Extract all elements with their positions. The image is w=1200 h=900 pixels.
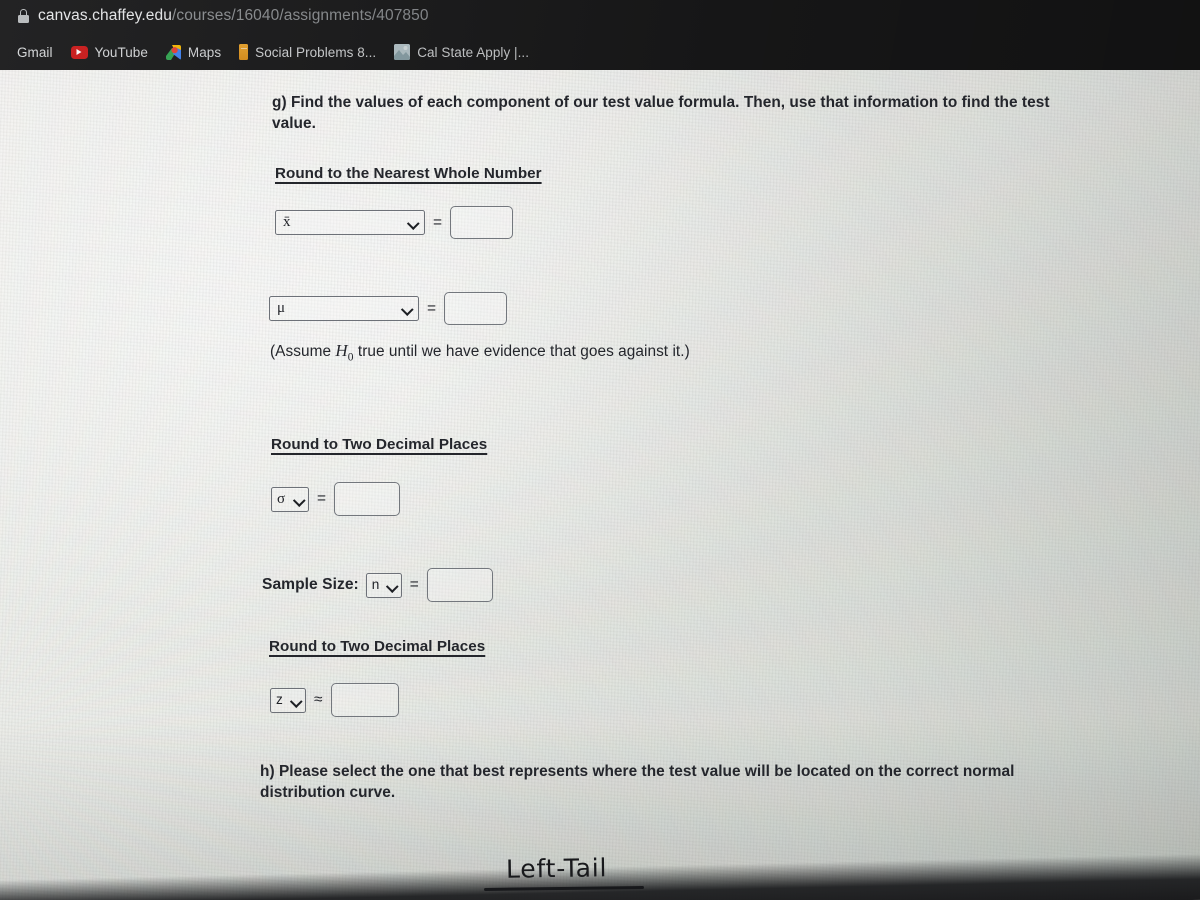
bookmark-label: YouTube [94,44,148,60]
row-x-bar: x̄ = [275,206,514,239]
h-letter: H [335,341,348,360]
bookmarks-bar: Gmail YouTube Maps Social Problems 8... … [8,40,538,64]
select-mu[interactable]: μ [269,296,419,321]
google-maps-icon [165,44,181,60]
url-text: canvas.chaffey.edu/courses/16040/assignm… [38,7,429,25]
assume-h0-note: (Assume H0 true until we have evidence t… [270,341,690,363]
input-mu[interactable] [444,292,508,325]
question-g-text: g) Find the values of each component of … [272,94,1050,133]
chevron-down-icon [402,303,413,314]
chevron-down-icon [294,494,305,505]
assignment-content: g) Find the values of each component of … [0,70,1200,900]
question-h-text: h) Please select the one that best repre… [260,763,1015,802]
input-z[interactable] [330,683,399,717]
select-z[interactable]: z [270,687,306,713]
sample-size-label: Sample Size: [262,576,359,593]
youtube-icon [70,45,88,59]
bookmark-label: Social Problems 8... [255,44,377,60]
select-sigma-value: σ [277,490,286,507]
bookmark-gmail[interactable]: Gmail [8,43,62,62]
equals-sign: = [409,576,419,594]
bookmark-label: Cal State Apply |... [417,44,530,60]
equals-sign: = [317,490,327,508]
chevron-down-icon [291,695,302,706]
select-sample-size-value: n [371,577,380,593]
select-x-bar[interactable]: x̄ [275,210,425,235]
chevron-down-icon [408,217,419,228]
assume-suffix: true until we have evidence that goes ag… [353,343,690,360]
heading-round-whole-number: Round to the Nearest Whole Number [275,165,542,182]
browser-chrome: canvas.chaffey.edu/courses/16040/assignm… [0,0,1200,70]
row-sample-size: Sample Size: n = [262,568,493,602]
bookmark-youtube[interactable]: YouTube [62,43,157,62]
row-z: z ≈ [270,683,399,717]
url-path: /courses/16040/assignments/407850 [171,7,429,24]
bookmark-social-problems[interactable]: Social Problems 8... [230,42,385,62]
assume-prefix: (Assume [270,343,336,360]
bookmark-label: Maps [187,44,222,60]
row-sigma: σ = [271,482,401,516]
equals-sign: = [427,299,437,317]
canvas-assignment-page: g) Find the values of each component of … [0,70,1200,900]
url-host: canvas.chaffey.edu [38,7,172,24]
h-null-symbol: H0 [335,341,353,363]
handwritten-answer: Left-Tail [505,853,608,884]
book-icon [239,44,249,60]
input-sigma[interactable] [334,482,401,516]
bookmark-label: Gmail [17,44,53,60]
select-z-value: z [276,692,283,708]
select-sigma[interactable]: σ [271,486,309,512]
select-sample-size[interactable]: n [365,572,402,598]
bookmark-maps[interactable]: Maps [157,43,230,62]
bookmark-cal-state-apply[interactable]: Cal State Apply |... [385,42,538,62]
select-mu-value: μ [277,300,286,316]
handwritten-answer-underline [483,886,645,891]
photographed-screen: canvas.chaffey.edu/courses/16040/assignm… [0,0,1200,900]
heading-round-two-decimals-1: Round to Two Decimal Places [271,436,488,453]
address-bar[interactable]: canvas.chaffey.edu/courses/16040/assignm… [18,4,429,28]
lock-icon [18,9,29,23]
input-sample-size[interactable] [426,568,493,602]
chevron-down-icon [387,580,398,591]
approx-equals-sign: ≈ [314,691,323,709]
equals-sign: = [433,213,443,231]
row-mu: μ = [269,292,508,325]
select-x-bar-value: x̄ [283,214,291,230]
heading-round-two-decimals-2: Round to Two Decimal Places [269,638,486,655]
cal-state-apply-icon [394,44,411,60]
input-x-bar[interactable] [450,206,514,239]
